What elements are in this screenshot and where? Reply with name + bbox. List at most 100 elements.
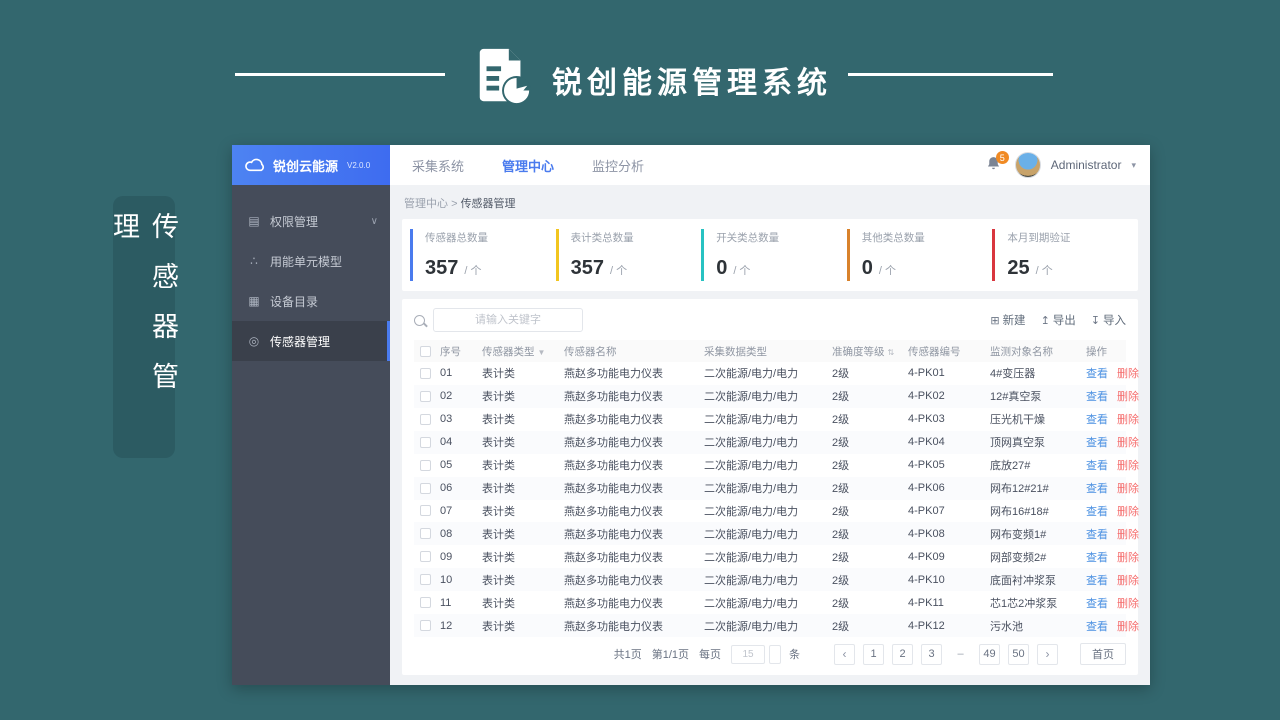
page-size-stepper[interactable] — [769, 644, 781, 664]
breadcrumb-parent[interactable]: 管理中心 — [404, 198, 448, 210]
delete-link[interactable]: 删除 — [1117, 434, 1139, 450]
row-checkbox[interactable] — [420, 551, 431, 563]
page-number-button[interactable]: 3 — [921, 643, 942, 665]
cell-dtype: 二次能源/电力/电力 — [704, 551, 799, 564]
cell-ops: 查看 删除 — [1086, 480, 1150, 496]
next-page-button[interactable]: › — [1037, 643, 1058, 665]
select-all-checkbox[interactable] — [420, 345, 431, 357]
row-checkbox[interactable] — [420, 459, 431, 471]
search-input[interactable] — [433, 308, 583, 332]
row-checkbox[interactable] — [420, 367, 431, 379]
breadcrumb-current: 传感器管理 — [460, 198, 516, 210]
delete-link[interactable]: 删除 — [1117, 503, 1139, 519]
cell-target: 12#真空泵 — [990, 391, 1042, 404]
stat-value: 0 — [716, 257, 728, 279]
delete-link[interactable]: 删除 — [1117, 457, 1139, 473]
row-checkbox[interactable] — [420, 390, 431, 402]
cell-type: 表计类 — [482, 505, 515, 518]
page-number-button[interactable]: – — [950, 643, 971, 665]
cell-no: 11 — [440, 596, 452, 609]
delete-link[interactable]: 删除 — [1117, 411, 1139, 427]
toolbar-button[interactable]: ↥ 导出 — [1041, 312, 1076, 328]
stat-unit: / 个 — [609, 265, 628, 277]
sidebar-menu-item[interactable]: ◎ 传感器管理 — [232, 321, 390, 361]
view-link[interactable]: 查看 — [1086, 618, 1108, 634]
cell-name: 燕赵多功能电力仪表 — [564, 597, 663, 610]
prev-page-button[interactable]: ‹ — [834, 643, 855, 665]
view-link[interactable]: 查看 — [1086, 434, 1108, 450]
cell-no: 05 — [440, 459, 453, 472]
delete-link[interactable]: 删除 — [1117, 365, 1139, 381]
avatar[interactable] — [1014, 152, 1041, 178]
page-size-input[interactable]: 15 — [731, 644, 765, 664]
delete-link[interactable]: 删除 — [1117, 480, 1139, 496]
sidebar-menu-item[interactable]: ▤ 权限管理 ∨ — [232, 201, 390, 241]
notification-bell-icon[interactable]: 5 — [985, 151, 1009, 175]
stat-card: 其他类总数量 0 / 个 — [846, 229, 985, 281]
cell-no: 01 — [440, 367, 453, 380]
content-area: 管理中心 > 传感器管理 传感器总数量 357 / 个 表计类总数量 357 /… — [390, 185, 1150, 685]
total-pages-text: 共1页 — [613, 649, 642, 661]
cell-grade: 2级 — [832, 368, 850, 381]
table-row: 04 表计类 燕赵多功能电力仪表 二次能源/电力/电力 2级 4-PK04 顶网… — [414, 430, 1139, 454]
row-checkbox[interactable] — [420, 597, 431, 609]
cell-code: 4-PK10 — [908, 573, 945, 586]
delete-link[interactable]: 删除 — [1117, 595, 1139, 611]
view-link[interactable]: 查看 — [1086, 595, 1108, 611]
delete-link[interactable]: 删除 — [1117, 572, 1139, 588]
table-row: 07 表计类 燕赵多功能电力仪表 二次能源/电力/电力 2级 4-PK07 网布… — [414, 500, 1139, 523]
top-nav-tab[interactable]: 采集系统 — [412, 156, 464, 175]
table-row: 01 表计类 燕赵多功能电力仪表 二次能源/电力/电力 2级 4-PK01 4#… — [414, 362, 1139, 385]
banner-divider-right — [848, 73, 1053, 76]
row-checkbox[interactable] — [420, 436, 431, 448]
cell-code: 4-PK09 — [908, 550, 945, 563]
cell-grade: 2级 — [832, 597, 850, 610]
view-link[interactable]: 查看 — [1086, 388, 1108, 404]
top-nav-tab[interactable]: 监控分析 — [592, 156, 644, 175]
view-link[interactable]: 查看 — [1086, 411, 1108, 427]
page-number-button[interactable]: 50 — [1008, 643, 1029, 665]
view-link[interactable]: 查看 — [1086, 365, 1108, 381]
first-page-button[interactable]: 首页 — [1080, 643, 1126, 665]
page-number-button[interactable]: 2 — [892, 643, 913, 665]
cell-dtype: 二次能源/电力/电力 — [704, 391, 799, 404]
cell-code: 4-PK02 — [908, 390, 945, 403]
view-link[interactable]: 查看 — [1086, 572, 1108, 588]
view-link[interactable]: 查看 — [1086, 480, 1108, 496]
cell-ops: 查看 删除 — [1086, 503, 1150, 519]
delete-link[interactable]: 删除 — [1117, 526, 1139, 542]
row-checkbox[interactable] — [420, 505, 431, 517]
view-link[interactable]: 查看 — [1086, 457, 1108, 473]
row-checkbox[interactable] — [420, 482, 431, 494]
stat-unit: / 个 — [1035, 265, 1053, 277]
cell-dtype: 二次能源/电力/电力 — [704, 597, 799, 610]
row-checkbox[interactable] — [420, 528, 431, 540]
menu-item-label: 权限管理 — [270, 214, 319, 229]
filter-icon[interactable]: ▼ — [538, 348, 546, 357]
page-number-button[interactable]: 49 — [979, 643, 1000, 665]
sort-icon[interactable]: ⇅ — [888, 348, 895, 357]
cell-name: 燕赵多功能电力仪表 — [564, 574, 663, 587]
delete-link[interactable]: 删除 — [1117, 388, 1139, 404]
toolbar-button[interactable]: ⊞ 新建 — [990, 312, 1025, 328]
notification-badge: 5 — [995, 151, 1009, 164]
view-link[interactable]: 查看 — [1086, 503, 1108, 519]
delete-link[interactable]: 删除 — [1117, 549, 1139, 565]
cell-target: 网布16#18# — [990, 505, 1049, 518]
row-checkbox[interactable] — [420, 620, 431, 632]
sidebar-menu-item[interactable]: ▦ 设备目录 — [232, 281, 390, 321]
cell-type: 表计类 — [482, 597, 515, 610]
page-number-button[interactable]: 1 — [863, 643, 884, 665]
view-link[interactable]: 查看 — [1086, 526, 1108, 542]
cell-code: 4-PK05 — [908, 459, 945, 472]
view-link[interactable]: 查看 — [1086, 549, 1108, 565]
row-checkbox[interactable] — [420, 413, 431, 425]
sidebar-menu-item[interactable]: ∴ 用能单元模型 — [232, 241, 390, 281]
row-checkbox[interactable] — [420, 574, 431, 586]
toolbar-button[interactable]: ↧ 导入 — [1091, 312, 1126, 328]
delete-link[interactable]: 删除 — [1117, 618, 1139, 634]
cell-grade: 2级 — [832, 505, 850, 518]
top-nav-tab[interactable]: 管理中心 — [502, 156, 554, 175]
stat-card: 表计类总数量 357 / 个 — [555, 229, 694, 281]
user-caret-down-icon[interactable]: ▾ — [1131, 160, 1136, 171]
